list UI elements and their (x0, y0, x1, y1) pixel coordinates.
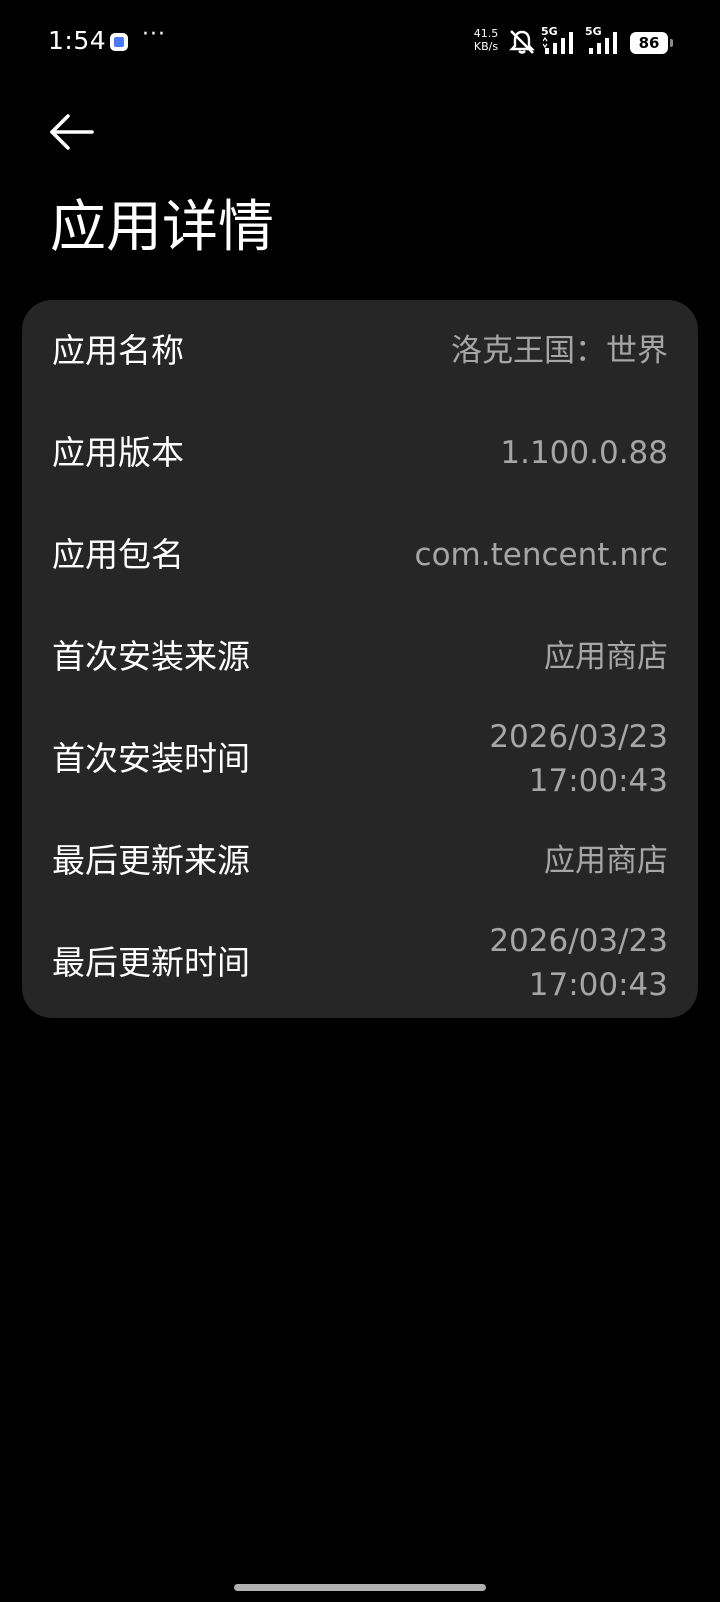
more-notifications-icon: ··· (142, 22, 166, 47)
row-package-name: 应用包名 com.tencent.nrc (22, 504, 698, 606)
last-update-time-value: 2026/03/23 17:00:43 (489, 912, 668, 1014)
status-time: 1:54 (48, 26, 107, 55)
battery-icon: 86 (630, 32, 673, 54)
package-name-text: com.tencent.nrc (414, 537, 668, 573)
status-bar: 1:54 ··· 41.5 KB/s 5G 5G 86 (0, 0, 720, 86)
first-install-time-label: 首次安装时间 (52, 739, 250, 778)
sim2-signal: 5G (585, 26, 625, 56)
last-update-source-text: 应用商店 (544, 843, 668, 879)
package-name-label: 应用包名 (52, 535, 184, 574)
signal-icon (543, 32, 573, 54)
home-indicator[interactable] (234, 1584, 486, 1591)
package-name-value: com.tencent.nrc (415, 504, 668, 606)
last-update-source-label: 最后更新来源 (52, 841, 250, 880)
row-app-name: 应用名称 洛克王国：世界 (22, 300, 698, 402)
row-first-install-source: 首次安装来源 应用商店 (22, 606, 698, 708)
last-update-clock: 17:00:43 (528, 967, 668, 1003)
app-name-label: 应用名称 (52, 331, 184, 370)
arrow-left-icon (50, 114, 94, 150)
app-name-value: 洛克王国：世界 (451, 300, 668, 402)
row-first-install-time: 首次安装时间 2026/03/23 17:00:43 (22, 708, 698, 810)
last-update-date: 2026/03/23 (489, 923, 668, 959)
page-title: 应用详情 (50, 195, 274, 260)
signal-icon (589, 32, 617, 54)
first-install-source-text: 应用商店 (544, 639, 668, 675)
back-button[interactable] (44, 104, 100, 160)
app-version-label: 应用版本 (52, 433, 184, 472)
first-install-source-value: 应用商店 (544, 606, 668, 708)
first-install-date: 2026/03/23 (489, 719, 668, 755)
row-app-version: 应用版本 1.100.0.88 (22, 402, 698, 504)
sim1-signal: 5G (541, 26, 581, 56)
app-notification-icon (110, 33, 128, 51)
app-version-value: 1.100.0.88 (500, 402, 668, 504)
app-details-card: 应用名称 洛克王国：世界 应用版本 1.100.0.88 应用包名 com.te… (22, 300, 698, 1018)
last-update-source-value: 应用商店 (544, 810, 668, 912)
network-speed: 41.5 KB/s (470, 27, 502, 53)
row-last-update-time: 最后更新时间 2026/03/23 17:00:43 (22, 912, 698, 1014)
app-name-text: 洛克王国：世界 (451, 333, 668, 369)
first-install-source-label: 首次安装来源 (52, 637, 250, 676)
row-last-update-source: 最后更新来源 应用商店 (22, 810, 698, 912)
first-install-clock: 17:00:43 (528, 763, 668, 799)
mute-icon (509, 30, 535, 54)
first-install-time-value: 2026/03/23 17:00:43 (489, 708, 668, 810)
app-version-text: 1.100.0.88 (500, 435, 668, 471)
network-speed-value: 41.5 (473, 27, 499, 40)
network-speed-unit: KB/s (473, 40, 499, 53)
last-update-time-label: 最后更新时间 (52, 943, 250, 982)
